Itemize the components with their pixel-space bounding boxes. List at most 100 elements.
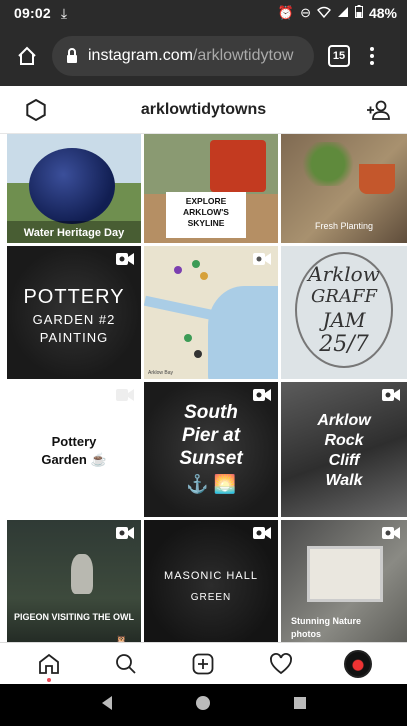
map-label: Arklow Bay — [148, 370, 174, 376]
post-tile[interactable]: Water Heritage Day — [7, 134, 141, 243]
map-pin — [174, 266, 182, 274]
browser-home-button[interactable] — [10, 39, 44, 73]
post-caption-line: JAM — [322, 308, 366, 332]
nav-activity[interactable] — [261, 644, 301, 684]
post-tile[interactable]: MASONIC HALL GREEN — [144, 520, 278, 642]
post-caption-line: Pottery — [51, 434, 97, 449]
plus-square-icon — [193, 653, 214, 674]
home-icon — [38, 653, 59, 674]
framed-photo — [307, 546, 383, 602]
video-icon — [115, 252, 135, 271]
post-caption-line: Stunning Nature — [291, 616, 361, 626]
android-back-button[interactable] — [100, 695, 114, 716]
video-icon — [115, 526, 135, 545]
post-caption-line: Pier at — [181, 425, 241, 446]
video-icon — [381, 526, 401, 545]
browser-toolbar: instagram.com/arklowtidytow 15 — [0, 26, 407, 86]
map-sea — [208, 286, 278, 379]
post-caption-line: Walk — [325, 472, 363, 489]
post-tile[interactable]: Pottery Garden ☕ — [7, 382, 141, 517]
plant-pot — [359, 164, 395, 194]
url-path: /arklowtidytow — [192, 47, 294, 64]
post-caption-line: MASONIC HALL — [164, 570, 258, 582]
red-planter — [210, 140, 266, 192]
post-caption-line: GARDEN #2 — [32, 312, 116, 327]
post-caption-line: Arklow — [317, 412, 371, 429]
post-caption-line: EXPLORE — [185, 196, 227, 206]
dnd-icon: ⊖ — [300, 5, 311, 20]
plant-leaves — [299, 142, 357, 186]
download-icon: ⤓ — [60, 4, 68, 21]
battery-level: 48% — [368, 5, 397, 21]
post-tile[interactable]: POTTERY GARDEN #2 PAINTING — [7, 246, 141, 379]
status-time: 09:02 — [14, 5, 51, 21]
post-caption-line: Sunset — [179, 448, 243, 469]
post-tile[interactable]: Fresh Planting — [281, 134, 407, 243]
post-caption-line: Arklow — [308, 262, 380, 286]
post-caption-line: 25/7 — [319, 332, 369, 357]
settings-button[interactable] — [24, 98, 48, 127]
post-caption-line: ARKLOW'S — [183, 207, 229, 217]
discover-people-button[interactable] — [365, 98, 391, 127]
post-tile[interactable]: PIGEON VISITING THE OWL 🦉 — [7, 520, 141, 642]
tab-switcher-button[interactable]: 15 — [328, 45, 350, 67]
post-caption-line: SKYLINE — [187, 218, 225, 228]
owl-figure — [71, 554, 93, 594]
settings-icon — [26, 98, 46, 122]
alarm-icon: ⏰ — [277, 5, 295, 20]
android-nav-bar — [0, 684, 407, 726]
video-icon — [115, 388, 135, 407]
status-bar: 09:02 ⤓ ⏰ ⊖ 48% — [0, 0, 407, 26]
post-caption-line: Garden ☕ — [41, 452, 107, 467]
post-caption-line: GRAFF — [311, 286, 377, 307]
video-icon — [252, 526, 272, 545]
nav-profile[interactable] — [338, 644, 378, 684]
notification-dot — [46, 677, 51, 682]
blue-sphere-sculpture — [29, 148, 115, 224]
wifi-icon — [316, 6, 331, 21]
video-icon — [252, 252, 272, 271]
post-tile[interactable]: Arklow GRAFF JAM 25/7 — [281, 246, 407, 379]
post-tile[interactable]: Arklow Bay — [144, 246, 278, 379]
post-caption: Water Heritage Day — [23, 227, 125, 239]
post-tile[interactable]: Stunning Nature photos — [281, 520, 407, 642]
signal-icon — [337, 6, 349, 21]
recents-square-icon — [293, 696, 306, 709]
post-caption: PIGEON VISITING THE OWL — [13, 612, 134, 622]
post-caption-line: photos — [291, 629, 321, 639]
map-pin — [200, 272, 208, 280]
post-caption-line: Rock — [324, 432, 364, 449]
url-domain: instagram.com — [88, 47, 193, 64]
url-field[interactable]: instagram.com/arklowtidytow — [52, 36, 314, 76]
sunset-emoji: ⚓ 🌅 — [186, 474, 236, 494]
home-icon — [18, 46, 36, 65]
instagram-bottom-nav — [0, 642, 407, 684]
android-recents-button[interactable] — [293, 696, 307, 715]
browser-menu-button[interactable] — [370, 47, 374, 65]
battery-icon — [354, 5, 363, 21]
status-icons: ⏰ ⊖ 48% — [278, 5, 397, 21]
nav-home[interactable] — [29, 644, 69, 684]
home-circle-icon — [196, 695, 211, 710]
post-tile[interactable]: Arklow Rock Cliff Walk — [281, 382, 407, 517]
back-triangle-icon — [102, 695, 113, 710]
avatar — [344, 649, 373, 678]
lock-icon — [66, 48, 78, 64]
video-icon — [381, 388, 401, 407]
map-river — [144, 295, 225, 323]
post-caption-line: Cliff — [328, 452, 360, 469]
map-pin — [192, 260, 200, 268]
post-caption: Fresh Planting — [314, 221, 374, 231]
post-tile[interactable]: South Pier at Sunset ⚓ 🌅 — [144, 382, 278, 517]
caption-card: EXPLORE ARKLOW'S SKYLINE — [166, 192, 246, 238]
posts-grid: Water Heritage Day EXPLORE ARKLOW'S SKYL… — [7, 134, 407, 642]
post-caption-line: PAINTING — [39, 330, 109, 345]
post-caption-line: GREEN — [190, 592, 232, 603]
post-caption-line: POTTERY — [23, 286, 125, 308]
nav-new-post[interactable] — [183, 644, 223, 684]
post-tile[interactable]: EXPLORE ARKLOW'S SKYLINE — [144, 134, 278, 243]
add-user-icon — [367, 100, 390, 120]
search-icon — [116, 653, 136, 674]
android-home-button[interactable] — [194, 694, 212, 717]
nav-search[interactable] — [106, 644, 146, 684]
